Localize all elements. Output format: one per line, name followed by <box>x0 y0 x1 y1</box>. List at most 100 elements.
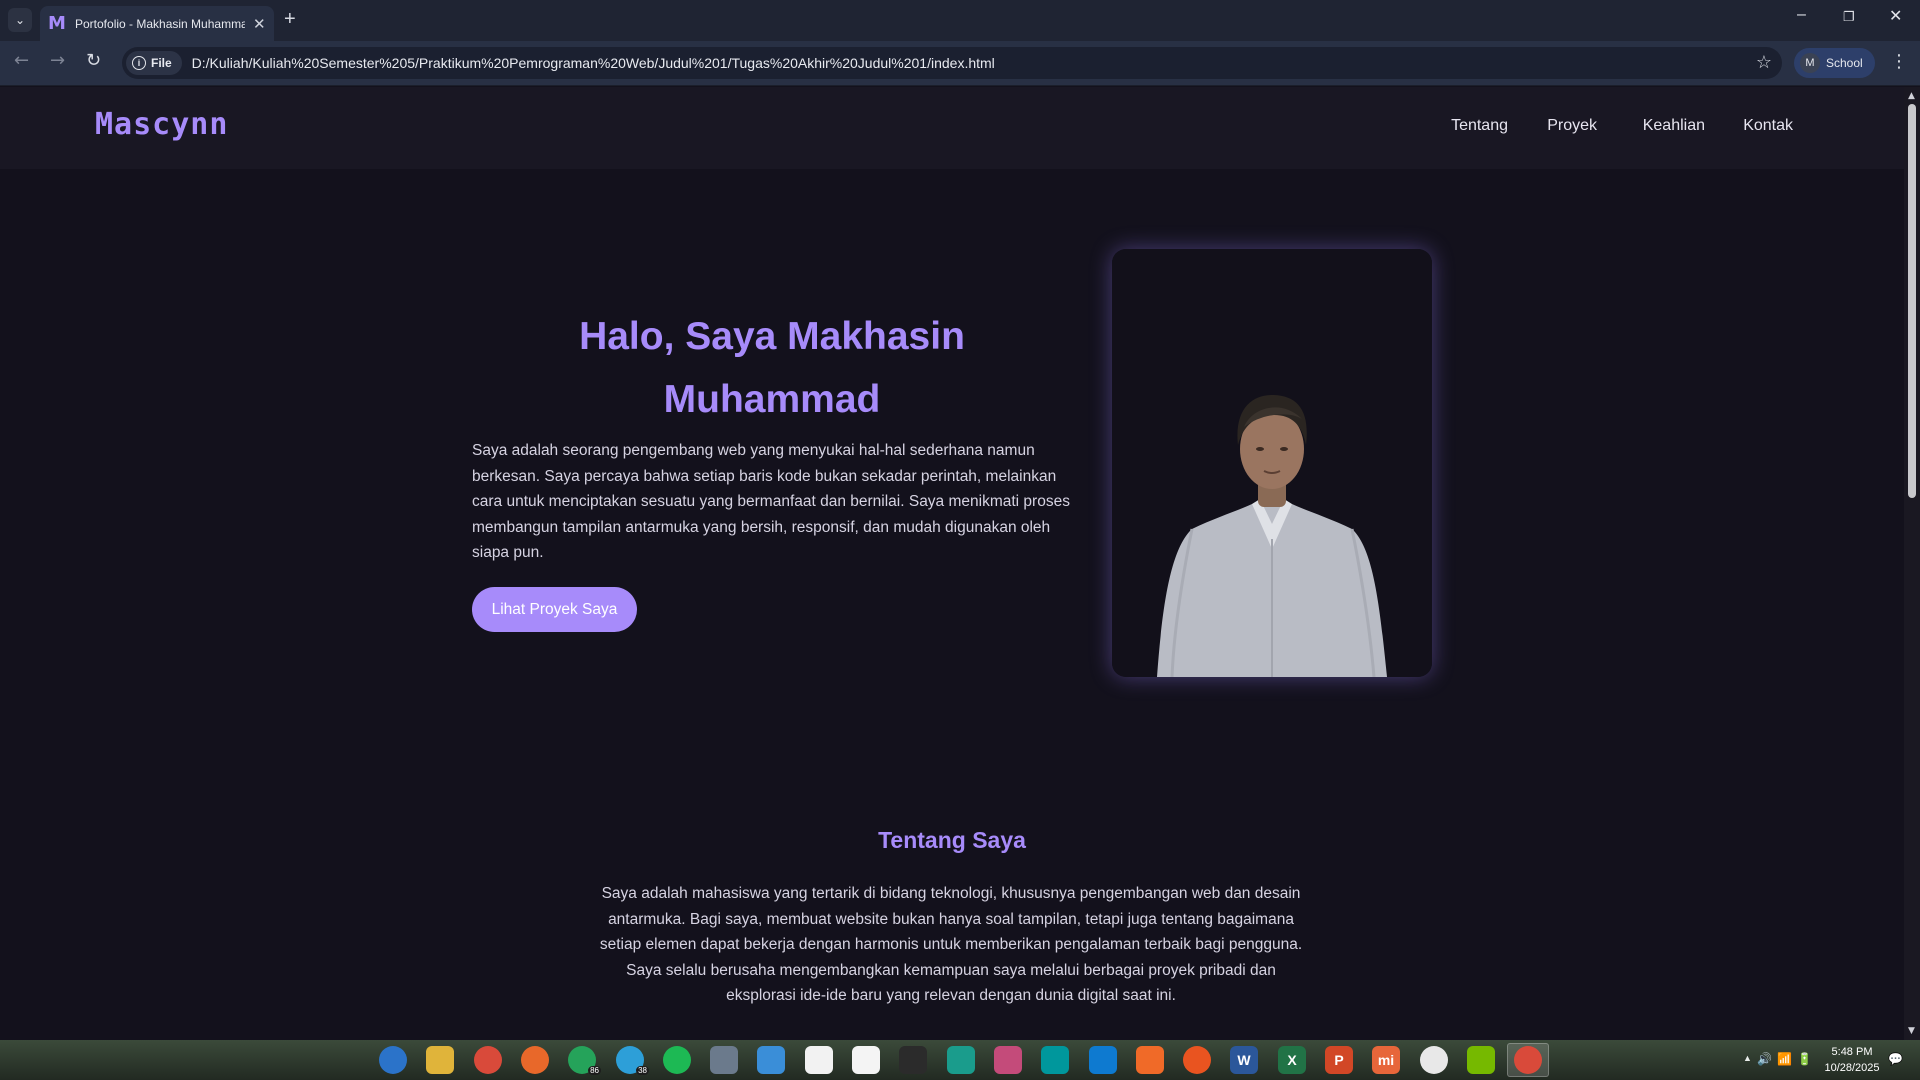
taskbar-file-explorer-button[interactable] <box>419 1043 461 1077</box>
taskbar-paint-button[interactable] <box>798 1043 840 1077</box>
firefox-icon <box>521 1046 549 1074</box>
new-tab-button[interactable]: + <box>284 8 296 31</box>
site-logo[interactable]: Mascynn <box>95 107 228 142</box>
hero-title: Halo, Saya Makhasin Muhammad <box>579 315 965 421</box>
chevron-down-icon: ⌄ <box>14 13 26 27</box>
restore-button[interactable]: ❐ <box>1843 9 1855 25</box>
nav-link-keahlian[interactable]: Keahlian <box>1643 117 1705 135</box>
taskbar-store-button[interactable] <box>845 1043 887 1077</box>
browser-menu-icon[interactable]: ⋮ <box>1890 51 1908 72</box>
clock-date: 10/28/2025 <box>1824 1062 1880 1074</box>
taskbar-chrome-profile-button[interactable] <box>1507 1043 1549 1077</box>
store-icon <box>852 1046 880 1074</box>
page-scrollbar[interactable]: ▲ ▼ <box>1904 87 1920 1040</box>
file-explorer-icon <box>426 1046 454 1074</box>
spotify-icon <box>663 1046 691 1074</box>
site-chip-label: File <box>151 56 172 70</box>
taskbar-visual-studio-code-insiders-button[interactable] <box>940 1043 982 1077</box>
scroll-up-arrow-icon[interactable]: ▲ <box>1908 91 1915 101</box>
back-button[interactable]: ← <box>14 50 29 71</box>
logo-text: Mascynn <box>95 107 229 142</box>
nav-link-kontak[interactable]: Kontak <box>1743 117 1793 135</box>
tray-overflow-icon[interactable]: ▲ <box>1743 1053 1752 1063</box>
notification-badge: 86 <box>588 1066 601 1075</box>
profile-photo <box>1112 249 1432 677</box>
taskbar-clock-app-button[interactable] <box>1413 1043 1455 1077</box>
app-rgb-icon <box>994 1046 1022 1074</box>
taskbar-mi-button[interactable]: mi <box>1365 1043 1407 1077</box>
taskbar-spotify-button[interactable] <box>656 1043 698 1077</box>
ubuntu-icon <box>1183 1046 1211 1074</box>
reload-button[interactable]: ↻ <box>86 50 101 71</box>
taskbar-clock[interactable]: 5:48 PM 10/28/2025 <box>1820 1044 1884 1076</box>
taskbar-app-rgb-button[interactable] <box>987 1043 1029 1077</box>
arduino-icon <box>1041 1046 1069 1074</box>
site-info-chip[interactable]: i File <box>126 51 182 75</box>
tab-portfolio[interactable]: M Portofolio - Makhasin Muhammad ✕ <box>40 6 274 41</box>
taskbar-gpu-app-button[interactable] <box>1460 1043 1502 1077</box>
taskbar-whatsapp-button[interactable]: 86 <box>561 1043 603 1077</box>
volume-icon[interactable]: 🔊 <box>1757 1052 1772 1066</box>
taskbar-ubuntu-button[interactable] <box>1176 1043 1218 1077</box>
taskbar-powerpoint-button[interactable]: P <box>1318 1043 1360 1077</box>
about-section-text: Saya adalah mahasiswa yang tertarik di b… <box>599 885 1303 1004</box>
wifi-icon[interactable]: 📶 <box>1777 1052 1792 1066</box>
taskbar-arduino-button[interactable] <box>1034 1043 1076 1077</box>
taskbar-notepad-button[interactable] <box>750 1043 792 1077</box>
terminal-icon <box>899 1046 927 1074</box>
clock-app-icon <box>1420 1046 1448 1074</box>
taskbar-start-button[interactable] <box>372 1043 414 1077</box>
clock-time: 5:48 PM <box>1831 1046 1873 1058</box>
visual-studio-code-insiders-icon <box>947 1046 975 1074</box>
scroll-down-arrow-icon[interactable]: ▼ <box>1908 1026 1915 1036</box>
tab-search-button[interactable]: ⌄ <box>8 8 32 32</box>
taskbar: 86 38 W X Pmi ▲ 🔊 📶 🔋 5:48 PM 10/28/2025 💬 <box>0 1040 1920 1080</box>
taskbar-word-button[interactable]: W <box>1223 1043 1265 1077</box>
taskbar-pen-app-button[interactable] <box>1129 1043 1171 1077</box>
hero-description: Saya adalah seorang pengembang web yang … <box>472 442 1070 562</box>
vscode-icon <box>1089 1046 1117 1074</box>
chrome-profile-icon <box>1514 1046 1542 1074</box>
scroll-thumb[interactable] <box>1908 104 1916 498</box>
forward-button[interactable]: → <box>50 50 65 71</box>
chrome-icon <box>474 1046 502 1074</box>
word-icon: W <box>1230 1046 1258 1074</box>
pen-app-icon <box>1136 1046 1164 1074</box>
close-tab-icon[interactable]: ✕ <box>253 15 266 33</box>
person-photo-illustration <box>1112 249 1432 677</box>
nav-link-proyek[interactable]: Proyek <box>1547 117 1597 135</box>
address-bar[interactable]: i File D:/Kuliah/Kuliah%20Semester%205/P… <box>122 47 1782 79</box>
browser-toolbar: ← → ↻ i File D:/Kuliah/Kuliah%20Semester… <box>0 41 1920 86</box>
tab-strip: ⌄ M Portofolio - Makhasin Muhammad ✕ + –… <box>0 0 1920 41</box>
taskbar-calculator-button[interactable] <box>703 1043 745 1077</box>
taskbar-telegram-button[interactable]: 38 <box>609 1043 651 1077</box>
close-window-button[interactable]: ✕ <box>1889 6 1902 26</box>
notification-icon[interactable]: 💬 <box>1888 1052 1903 1066</box>
minimize-button[interactable]: – <box>1797 6 1806 24</box>
site-header: Mascynn Tentang Proyek Keahlian Kontak <box>0 87 1904 169</box>
nav-link-tentang[interactable]: Tentang <box>1451 117 1508 135</box>
url-text[interactable]: D:/Kuliah/Kuliah%20Semester%205/Praktiku… <box>192 55 995 71</box>
battery-icon[interactable]: 🔋 <box>1797 1052 1812 1066</box>
taskbar-excel-button[interactable]: X <box>1271 1043 1313 1077</box>
about-section-title: Tentang Saya <box>878 827 1026 853</box>
taskbar-firefox-button[interactable] <box>514 1043 556 1077</box>
taskbar-terminal-button[interactable] <box>892 1043 934 1077</box>
excel-icon: X <box>1278 1046 1306 1074</box>
notepad-icon <box>757 1046 785 1074</box>
bookmark-star-icon[interactable]: ☆ <box>1756 52 1772 73</box>
taskbar-vscode-button[interactable] <box>1082 1043 1124 1077</box>
calculator-icon <box>710 1046 738 1074</box>
gpu-app-icon <box>1467 1046 1495 1074</box>
mi-icon: mi <box>1372 1046 1400 1074</box>
paint-icon <box>805 1046 833 1074</box>
view-projects-button[interactable]: Lihat Proyek Saya <box>472 587 637 632</box>
notification-badge: 38 <box>636 1066 649 1075</box>
favicon-icon: M <box>48 13 66 34</box>
profile-button[interactable]: M School <box>1794 48 1875 78</box>
tab-title: Portofolio - Makhasin Muhammad <box>75 16 245 31</box>
taskbar-chrome-button[interactable] <box>467 1043 509 1077</box>
start-icon <box>379 1046 407 1074</box>
info-icon: i <box>132 56 146 70</box>
profile-name: School <box>1826 56 1863 70</box>
